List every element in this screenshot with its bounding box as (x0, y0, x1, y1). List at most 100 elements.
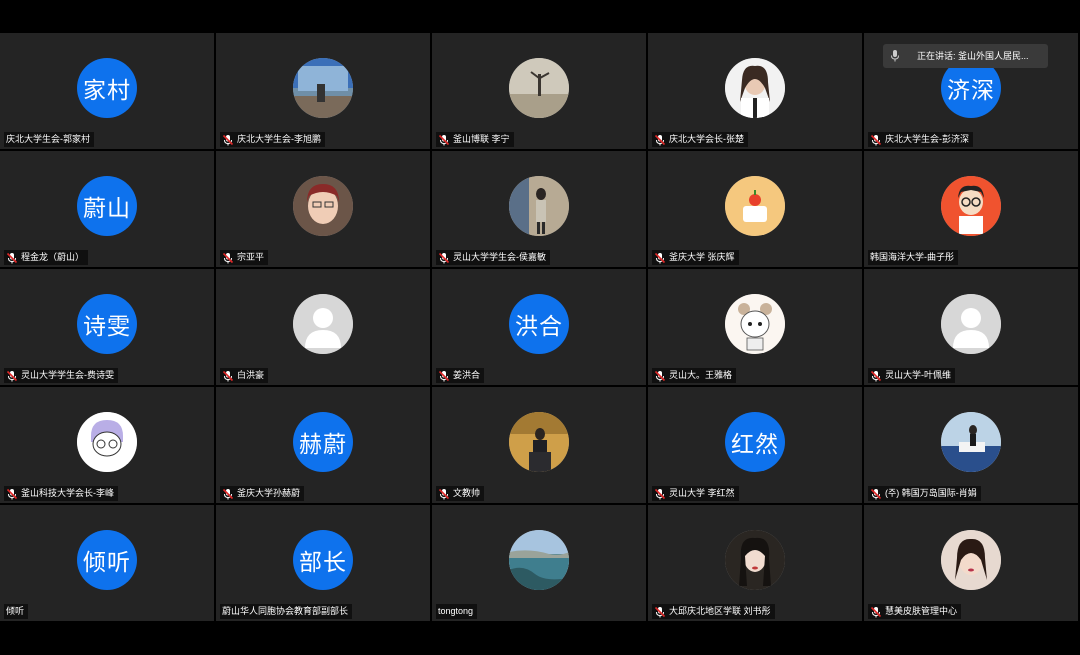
avatar-photo (725, 176, 785, 236)
participant-name: 灵山大学-叶佩维 (885, 370, 951, 380)
participant-tile[interactable]: 诗雯灵山大学学生会-费诗雯 (0, 269, 214, 385)
muted-microphone-icon (870, 488, 882, 500)
avatar-photo (509, 530, 569, 590)
participant-tile[interactable]: tongtong (432, 505, 646, 621)
muted-microphone-icon (6, 488, 18, 500)
participant-tile[interactable]: 白洪豪 (216, 269, 430, 385)
participant-name-tag: 灵山大学学生会-费诗雯 (4, 368, 118, 383)
participant-name: 釜山博联 李宁 (453, 134, 510, 144)
participant-name-tag: 庆北大学生会-郭家村 (4, 132, 94, 147)
participant-tile[interactable]: 灵山大。王雅格 (648, 269, 862, 385)
avatar-photo (941, 412, 1001, 472)
participant-tile[interactable]: (주) 韩国万岛国际-肖娟 (864, 387, 1078, 503)
avatar-photo (293, 176, 353, 236)
participant-tile[interactable]: 大邱庆北地区学联 刘书彤 (648, 505, 862, 621)
muted-microphone-icon (438, 252, 450, 264)
participant-name-tag: 韩国海洋大学-曲子彤 (868, 250, 958, 265)
avatar-photo (941, 176, 1001, 236)
participant-name-tag: 釜山博联 李宁 (436, 132, 514, 147)
participant-name: 庆北大学生会-郭家村 (6, 134, 90, 144)
participant-name-tag: 大邱庆北地区学联 刘书彤 (652, 604, 775, 619)
participant-name: 程金龙（蔚山） (21, 252, 85, 262)
avatar-initials: 倾听 (77, 530, 137, 590)
avatar-photo (509, 176, 569, 236)
muted-microphone-icon (438, 370, 450, 382)
participant-tile[interactable]: 庆北大学生会-李旭鹏 (216, 33, 430, 149)
participant-name-tag: tongtong (436, 604, 478, 619)
participant-name: 姜洪合 (453, 370, 481, 380)
muted-microphone-icon (870, 134, 882, 146)
participant-tile[interactable]: 釜山科技大学会长-李峰 (0, 387, 214, 503)
participant-name-tag: 灵山大学学生会-侯嘉敏 (436, 250, 550, 265)
participant-tile[interactable]: 釜庆大学 张庆辉 (648, 151, 862, 267)
avatar-initials: 诗雯 (77, 294, 137, 354)
avatar-initials: 部长 (293, 530, 353, 590)
participant-name-tag: 姜洪合 (436, 368, 485, 383)
participant-name-tag: (주) 韩国万岛国际-肖娟 (868, 486, 981, 501)
muted-microphone-icon (438, 488, 450, 500)
muted-microphone-icon (222, 134, 234, 146)
muted-microphone-icon (6, 252, 18, 264)
participant-name-tag: 釜庆大学孙赫蔚 (220, 486, 305, 501)
participant-name: 灵山大学 李红然 (669, 488, 735, 498)
participant-tile[interactable]: 慧美皮肤管理中心 (864, 505, 1078, 621)
participant-tile[interactable]: 庆北大学会长-张楚 (648, 33, 862, 149)
active-speaker-indicator: 正在讲话: 釜山外国人居民... (883, 44, 1048, 68)
participant-name-tag: 慧美皮肤管理中心 (868, 604, 962, 619)
muted-microphone-icon (222, 252, 234, 264)
avatar-photo (509, 58, 569, 118)
muted-microphone-icon (654, 488, 666, 500)
avatar-photo (941, 530, 1001, 590)
participant-tile[interactable]: 韩国海洋大学-曲子彤 (864, 151, 1078, 267)
participant-tile[interactable]: 洪合姜洪合 (432, 269, 646, 385)
participant-name: 釜庆大学 张庆辉 (669, 252, 735, 262)
participant-tile[interactable]: 文教帅 (432, 387, 646, 503)
default-avatar-icon (941, 294, 1001, 354)
muted-microphone-icon (654, 252, 666, 264)
participant-name-tag: 宗亚平 (220, 250, 269, 265)
avatar-initials: 蔚山 (77, 176, 137, 236)
participant-name-tag: 倾听 (4, 604, 29, 619)
participant-tile[interactable]: 家村庆北大学生会-郭家村 (0, 33, 214, 149)
participant-name: 韩国海洋大学-曲子彤 (870, 252, 954, 262)
participant-name-tag: 灵山大学 李红然 (652, 486, 739, 501)
participant-name-tag: 釜山科技大学会长-李峰 (4, 486, 118, 501)
avatar-initials: 红然 (725, 412, 785, 472)
muted-microphone-icon (654, 606, 666, 618)
participant-name-tag: 文教帅 (436, 486, 485, 501)
participant-name: 白洪豪 (237, 370, 265, 380)
avatar-initials: 家村 (77, 58, 137, 118)
muted-microphone-icon (6, 370, 18, 382)
participant-name: 慧美皮肤管理中心 (885, 606, 958, 616)
participant-name: 蔚山华人同胞协会教育部副部长 (222, 606, 349, 616)
participant-name: 灵山大。王雅格 (669, 370, 733, 380)
participant-tile[interactable]: 红然灵山大学 李红然 (648, 387, 862, 503)
avatar-initials: 洪合 (509, 294, 569, 354)
muted-microphone-icon (222, 488, 234, 500)
participant-name: 庆北大学生会-彭济深 (885, 134, 969, 144)
avatar-photo (725, 294, 785, 354)
participant-tile[interactable]: 灵山大学学生会-侯嘉敏 (432, 151, 646, 267)
muted-microphone-icon (870, 370, 882, 382)
participant-name: 釜山科技大学会长-李峰 (21, 488, 114, 498)
participant-name-tag: 白洪豪 (220, 368, 269, 383)
participant-tile[interactable]: 部长蔚山华人同胞协会教育部副部长 (216, 505, 430, 621)
microphone-icon (883, 44, 907, 68)
participant-tile[interactable]: 釜山博联 李宁 (432, 33, 646, 149)
muted-microphone-icon (654, 134, 666, 146)
participant-name-tag: 蔚山华人同胞协会教育部副部长 (220, 604, 353, 619)
avatar-photo (725, 58, 785, 118)
participant-tile[interactable]: 灵山大学-叶佩维 (864, 269, 1078, 385)
participant-tile[interactable]: 蔚山程金龙（蔚山） (0, 151, 214, 267)
participant-name-tag: 灵山大。王雅格 (652, 368, 737, 383)
participant-name: 庆北大学会长-张楚 (669, 134, 744, 144)
participant-tile[interactable]: 倾听 倾听 (0, 505, 214, 621)
participant-name: 大邱庆北地区学联 刘书彤 (669, 606, 771, 616)
participant-tile[interactable]: 宗亚平 (216, 151, 430, 267)
muted-microphone-icon (438, 134, 450, 146)
participant-tile[interactable]: 赫蔚釜庆大学孙赫蔚 (216, 387, 430, 503)
participant-name: 灵山大学学生会-侯嘉敏 (453, 252, 546, 262)
avatar-photo (725, 530, 785, 590)
active-speaker-text: 正在讲话: 釜山外国人居民... (917, 51, 1029, 61)
avatar-initials: 赫蔚 (293, 412, 353, 472)
